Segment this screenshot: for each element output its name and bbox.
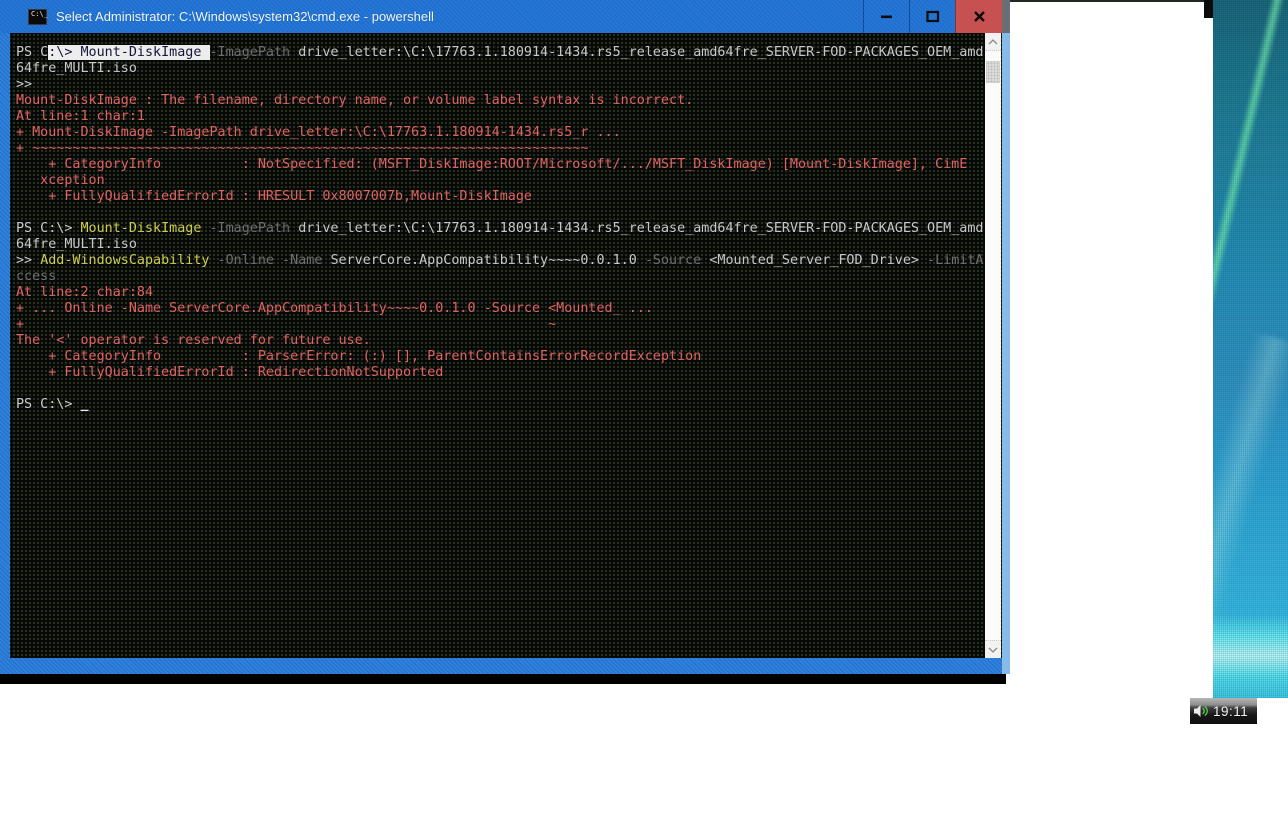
- window-border-bottom: [0, 658, 1002, 674]
- console-text-segment: PS C: [16, 45, 48, 60]
- console-text-segment: -ImagePath: [201, 221, 298, 236]
- console-text-segment: 64fre_MULTI.iso: [16, 237, 137, 252]
- console-line: + Mount-DiskImage -ImagePath drive_lette…: [16, 125, 985, 141]
- maximize-button[interactable]: [909, 0, 955, 33]
- window-title: Select Administrator: C:\Windows\system3…: [56, 9, 434, 24]
- screen: C:\_ Select Administrator: C:\Windows\sy…: [0, 0, 1288, 816]
- console-line: + FullyQualifiedErrorId : HRESULT 0x8007…: [16, 189, 985, 205]
- console-text-segment: -LimitA: [919, 253, 984, 268]
- console-text-segment: -Source: [637, 253, 710, 268]
- blank-window-corner: [1204, 0, 1213, 18]
- chevron-down-icon: [988, 647, 998, 653]
- aurora-band: [1213, 332, 1288, 698]
- console-text-segment: Mount-DiskImage: [81, 221, 202, 236]
- console-line: [16, 205, 985, 221]
- scroll-thumb[interactable]: [986, 61, 1000, 83]
- console-text-segment: Mount-DiskImage : The filename, director…: [16, 93, 693, 108]
- window-shadow: [0, 674, 1006, 684]
- console-line: ccess: [16, 269, 985, 285]
- console-line: + ~~~~~~~~~~~~~~~~~~~~~~~~~~~~~~~~~~~~~~…: [16, 141, 985, 157]
- console-body[interactable]: PS C:\> Mount-DiskImage -ImagePath drive…: [0, 33, 1002, 658]
- console-line: At line:1 char:1: [16, 109, 985, 125]
- close-icon: [973, 10, 986, 23]
- console-line: >>: [16, 77, 985, 93]
- console-text-segment: >>: [16, 253, 40, 268]
- console-text-segment: xception: [16, 173, 105, 188]
- console-window: C:\_ Select Administrator: C:\Windows\sy…: [0, 0, 1002, 674]
- console-text-segment: The '<' operator is reserved for future …: [16, 333, 371, 348]
- console-line: 64fre_MULTI.iso: [16, 237, 985, 253]
- console-line: [16, 381, 985, 397]
- console-text-segment: + FullyQualifiedErrorId : HRESULT 0x8007…: [16, 189, 532, 204]
- console-line: >> Add-WindowsCapability -Online -Name S…: [16, 253, 985, 269]
- minimize-icon: [880, 10, 893, 23]
- console-line: + CategoryInfo : ParserError: (:) [], Pa…: [16, 349, 985, 365]
- console-line: PS C:\> Mount-DiskImage -ImagePath drive…: [16, 221, 985, 237]
- scroll-down-button[interactable]: [985, 640, 1001, 658]
- maximize-icon: [926, 10, 940, 23]
- console-line: + ~: [16, 317, 985, 333]
- console-text-segment: PS C:\>: [16, 397, 81, 412]
- console-text-segment: >>: [16, 77, 32, 92]
- title-bar[interactable]: C:\_ Select Administrator: C:\Windows\sy…: [0, 0, 1002, 33]
- window-border-right: [1002, 0, 1010, 674]
- console-line: xception: [16, 173, 985, 189]
- console-line: + CategoryInfo : NotSpecified: (MSFT_Dis…: [16, 157, 985, 173]
- speaker-icon[interactable]: [1193, 704, 1209, 718]
- tray-clock[interactable]: 19:11: [1213, 704, 1248, 719]
- console-text-segment: 64fre_MULTI.iso: [16, 61, 137, 76]
- cmd-icon: C:\_: [28, 9, 47, 25]
- window-controls: [863, 0, 1002, 33]
- console-line: At line:2 char:84: [16, 285, 985, 301]
- console-text-segment: drive_letter:\C:\17763.1.180914-1434.rs5…: [298, 221, 983, 236]
- console-text-segment: + CategoryInfo : ParserError: (:) [], Pa…: [16, 349, 701, 364]
- console-line: Mount-DiskImage : The filename, director…: [16, 93, 985, 109]
- desktop-background: [1213, 0, 1288, 698]
- console-text-segment: + CategoryInfo : NotSpecified: (MSFT_Dis…: [16, 157, 967, 172]
- scrollbar[interactable]: [985, 33, 1001, 658]
- blank-window[interactable]: [1010, 0, 1213, 684]
- console-text-segment: :\> Mount-DiskImage: [48, 45, 209, 60]
- console-text-segment: At line:1 char:1: [16, 109, 145, 124]
- console-line: + ... Online -Name ServerCore.AppCompati…: [16, 301, 985, 317]
- console-output: PS C:\> Mount-DiskImage -ImagePath drive…: [16, 45, 985, 413]
- window-border-left: [0, 33, 10, 658]
- console-text-segment: -Online -Name: [210, 253, 331, 268]
- console-text-segment: <Mounted_Server_FOD_Drive>: [709, 253, 919, 268]
- console-text-segment: + ~~~~~~~~~~~~~~~~~~~~~~~~~~~~~~~~~~~~~~…: [16, 141, 588, 156]
- console-text-segment: -ImagePath: [210, 45, 299, 60]
- console-line: PS C:\> _: [16, 397, 985, 413]
- console-line: PS C:\> Mount-DiskImage -ImagePath drive…: [16, 45, 985, 61]
- console-line: + FullyQualifiedErrorId : RedirectionNot…: [16, 365, 985, 381]
- console-text-segment: At line:2 char:84: [16, 285, 153, 300]
- chevron-up-icon: [988, 39, 998, 45]
- console-text-segment: + FullyQualifiedErrorId : RedirectionNot…: [16, 365, 443, 380]
- aurora-streak: [1213, 0, 1288, 396]
- console-text-segment: ccess: [16, 269, 56, 284]
- console-text-segment: PS C:\>: [16, 221, 81, 236]
- console-text-segment: Add-WindowsCapability: [40, 253, 209, 268]
- system-tray: 19:11: [1190, 698, 1257, 724]
- console-text-segment: ServerCore.AppCompatibility~~~~0.0.1.0: [330, 253, 636, 268]
- close-button[interactable]: [955, 0, 1002, 33]
- console-text-segment: + ~: [16, 317, 556, 332]
- console-line: 64fre_MULTI.iso: [16, 61, 985, 77]
- scroll-up-button[interactable]: [985, 33, 1001, 51]
- console-text-segment: + Mount-DiskImage -ImagePath drive_lette…: [16, 125, 621, 140]
- console-text-segment: + ... Online -Name ServerCore.AppCompati…: [16, 301, 653, 316]
- minimize-button[interactable]: [863, 0, 909, 33]
- console-cursor: _: [81, 397, 89, 412]
- console-text-segment: drive_letter:\C:\17763.1.180914-1434.rs5…: [298, 45, 983, 60]
- console-line: The '<' operator is reserved for future …: [16, 333, 985, 349]
